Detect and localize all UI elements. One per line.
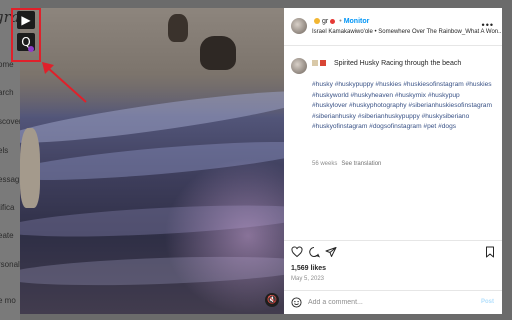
caption-user-line: Spirited Husky Racing through the beach [312, 60, 461, 67]
dog-figure [200, 36, 236, 70]
audio-track-link[interactable]: Israel Kamakawiwo'ole • Somewhere Over T… [312, 29, 503, 35]
likes-count[interactable]: 1,569 likes [291, 265, 326, 272]
see-translation-button[interactable]: See translation [341, 161, 381, 167]
heart-icon[interactable] [291, 246, 303, 258]
more-options-icon[interactable]: ••• [482, 20, 494, 30]
nav-explore[interactable]: scover [0, 117, 20, 126]
post-header: gr • Monitor Israel Kamakawiwo'ole • Somew… [284, 8, 503, 46]
play-download-icon[interactable]: ▶ [17, 11, 35, 29]
avatar[interactable] [291, 18, 307, 34]
nav-profile[interactable]: rsonal [0, 260, 20, 269]
nav-messages[interactable]: essag [0, 175, 19, 184]
post-age: 56 weeks [312, 161, 338, 167]
caption-hashtags[interactable]: #husky #huskypuppy #huskies #huskiesofin… [312, 80, 496, 133]
nav-more[interactable]: e mo [0, 296, 16, 305]
separator-dot: • [339, 18, 342, 25]
emoji-icon [330, 18, 336, 24]
comment-icon[interactable] [308, 246, 320, 258]
post-video[interactable] [20, 8, 284, 314]
username[interactable]: gr [322, 18, 328, 25]
nav-notifications[interactable]: tifica [0, 203, 14, 212]
comment-bar: Post [284, 290, 502, 314]
emoji-icon [320, 60, 326, 67]
emoji-icon [314, 18, 320, 25]
post-date: May 5, 2023 [291, 276, 325, 282]
badge-dot [28, 46, 34, 52]
action-bar [284, 240, 502, 264]
post-details-panel: gr • Monitor Israel Kamakawiwo'ole • Somew… [284, 8, 503, 314]
header-user-line: gr • Monitor [312, 18, 369, 25]
red-arrow-icon [42, 62, 87, 103]
share-icon[interactable] [325, 246, 337, 258]
mute-icon[interactable]: 🔇 [265, 293, 279, 307]
emoji-picker-icon[interactable] [291, 297, 302, 308]
caption-meta: 56 weeks See translation [312, 161, 381, 167]
caption-section: Spirited Husky Racing through the beach … [284, 46, 502, 240]
water-shimmer [164, 158, 284, 314]
nav-search[interactable]: arch [0, 88, 14, 97]
caption-title: Spirited Husky Racing through the beach [334, 60, 462, 67]
post-comment-button[interactable]: Post [481, 299, 494, 305]
dog-figure [168, 14, 188, 42]
nav-reels[interactable]: els [0, 146, 8, 155]
nav-create[interactable]: eate [0, 231, 14, 240]
follow-button[interactable]: Monitor [344, 18, 370, 25]
dog-figure [20, 128, 40, 208]
emoji-icon [312, 60, 318, 67]
overlay-backdrop[interactable] [502, 0, 512, 320]
bookmark-icon[interactable] [484, 246, 496, 258]
avatar[interactable] [291, 58, 307, 74]
comment-input[interactable] [308, 296, 468, 309]
